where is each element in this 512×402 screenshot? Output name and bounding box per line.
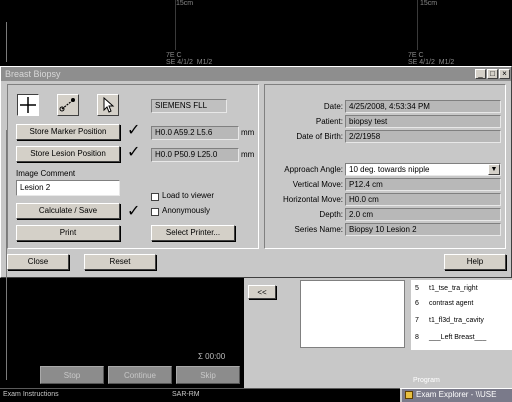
lesion-unit: mm <box>241 150 255 159</box>
series-name-value: Biopsy 10 Lesion 2 <box>345 223 501 236</box>
horizontal-move-label: Horizontal Move: <box>282 195 343 204</box>
anonymously-label: Anonymously <box>162 206 211 215</box>
patient-value: biopsy test <box>345 115 501 128</box>
marker-stored-check-icon: ✓ <box>127 122 141 139</box>
vertical-move-value: P12.4 cm <box>345 178 501 191</box>
stop-button[interactable]: Stop <box>40 366 104 384</box>
crosshair-tool[interactable] <box>17 94 39 116</box>
print-button[interactable]: Print <box>16 225 120 241</box>
date-label: Date: <box>323 102 343 111</box>
depth-value: 2.0 cm <box>345 208 501 221</box>
image-comment-input[interactable]: Lesion 2 <box>16 180 120 196</box>
select-printer-button[interactable]: Select Printer... <box>151 225 235 241</box>
pointer-tool[interactable] <box>97 94 119 116</box>
breast-biopsy-dialog: Breast Biopsy _ □ × SIEMENS FLL Store Ma… <box>0 66 512 278</box>
measure-icon <box>59 98 75 112</box>
saved-check-icon: ✓ <box>127 203 141 220</box>
store-lesion-position-button[interactable]: Store Lesion Position <box>16 146 120 162</box>
load-to-viewer-label: Load to viewer <box>162 191 215 200</box>
viewer-dim-label: 15cm <box>420 0 438 7</box>
viewer-scale-line <box>6 130 7 380</box>
load-to-viewer-checkbox[interactable] <box>151 193 159 201</box>
viewer-divider <box>175 0 176 50</box>
viewer-divider <box>417 0 418 50</box>
measure-tool[interactable] <box>57 94 79 116</box>
viewer-overlay-text: 7E C SE 4/1/2 M1/2 <box>166 52 213 66</box>
store-marker-position-button[interactable]: Store Marker Position <box>16 124 120 140</box>
series-preview <box>300 280 405 348</box>
approach-angle-select[interactable]: 10 deg. towards nipple <box>345 163 501 176</box>
list-item[interactable]: 5 t1_tse_tra_right <box>415 285 478 292</box>
app-icon <box>405 391 413 399</box>
lesion-position-value: H0.0 P50.9 L25.0 <box>151 148 239 162</box>
depth-label: Depth: <box>319 210 343 219</box>
continue-button[interactable]: Continue <box>108 366 172 384</box>
arrow-pointer-icon <box>103 96 115 113</box>
vertical-move-label: Vertical Move: <box>292 180 343 189</box>
marker-position-value: H0.0 A59.2 L5.6 <box>151 126 239 140</box>
date-value: 4/25/2008, 4:53:34 PM <box>345 100 501 113</box>
system-label: SIEMENS FLL <box>151 99 227 113</box>
list-item[interactable]: 6 contrast agent <box>415 300 473 307</box>
status-left-text: Exam Instructions <box>3 391 59 398</box>
date-of-birth-label: Date of Birth: <box>296 132 343 141</box>
crosshair-icon <box>20 97 36 113</box>
maximize-button[interactable]: □ <box>487 69 498 79</box>
minimize-button[interactable]: _ <box>475 69 486 79</box>
lesion-stored-check-icon: ✓ <box>127 144 141 161</box>
image-comment-label: Image Comment <box>16 169 76 178</box>
status-bar: Exam Instructions SAR-RM <box>0 388 400 402</box>
series-list: 5 t1_tse_tra_right 6 contrast agent 7 t1_fl… <box>411 280 512 350</box>
close-button[interactable]: Close <box>7 254 69 270</box>
skip-button[interactable]: Skip <box>176 366 240 384</box>
viewer-overlay-text: 7E C SE 4/1/2 M1/2 <box>408 52 455 66</box>
approach-angle-label: Approach Angle: <box>284 165 343 174</box>
dialog-title: Breast Biopsy <box>1 67 511 81</box>
horizontal-move-value: H0.0 cm <box>345 193 501 206</box>
viewer-dim-label: 15cm <box>176 0 194 7</box>
collapse-nav-button[interactable]: << <box>248 285 276 299</box>
scan-timer: Σ 00:00 <box>198 352 226 361</box>
viewer-scale-line <box>6 22 7 62</box>
anonymously-checkbox[interactable] <box>151 208 159 216</box>
patient-label: Patient: <box>315 117 343 126</box>
program-label: Program <box>413 377 440 384</box>
list-item[interactable]: 7 t1_fl3d_tra_cavity <box>415 317 484 324</box>
close-window-button[interactable]: × <box>499 69 510 79</box>
taskbar-item-exam-explorer[interactable]: Exam Explorer - \\USE <box>402 389 512 402</box>
calculate-save-button[interactable]: Calculate / Save <box>16 203 120 219</box>
marker-unit: mm <box>241 128 255 137</box>
status-center-text: SAR-RM <box>172 391 200 398</box>
date-of-birth-value: 2/2/1958 <box>345 130 501 143</box>
series-name-label: Series Name: <box>294 225 343 234</box>
reset-button[interactable]: Reset <box>84 254 156 270</box>
help-button[interactable]: Help <box>444 254 506 270</box>
chevron-down-icon[interactable]: ▼ <box>488 164 500 175</box>
list-item[interactable]: 8 ___Left Breast___ <box>415 334 486 341</box>
